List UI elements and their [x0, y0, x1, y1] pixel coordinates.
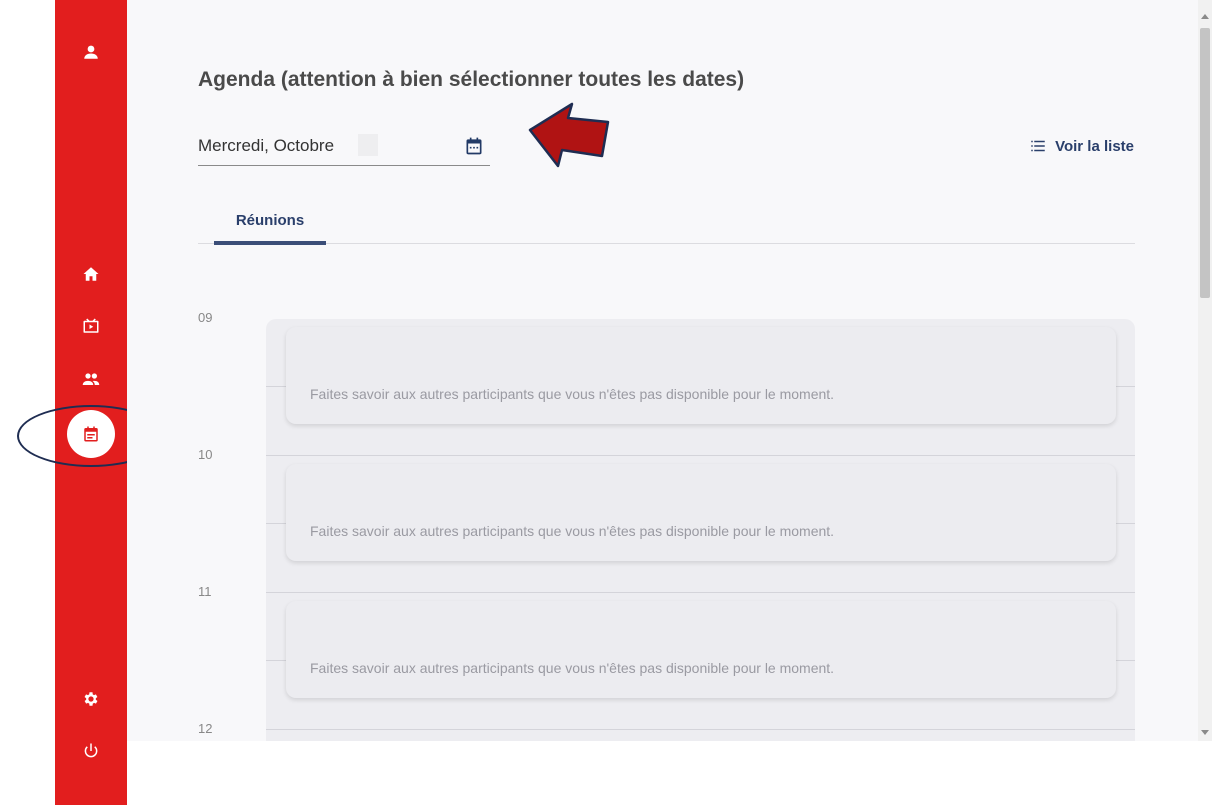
slot-text: Faites savoir aux autres participants qu…	[310, 660, 835, 676]
hour-label: 09	[198, 310, 213, 325]
scroll-up-arrow-icon[interactable]	[1201, 14, 1209, 19]
agenda-icon	[84, 426, 98, 442]
availability-slot[interactable]: Faites savoir aux autres participants qu…	[286, 327, 1116, 424]
tab-bar: Réunions	[198, 196, 1135, 245]
annotation-arrow	[528, 102, 610, 168]
view-list-button[interactable]: Voir la liste	[1029, 137, 1134, 155]
availability-slot[interactable]: Faites savoir aux autres participants qu…	[286, 464, 1116, 561]
scroll-thumb[interactable]	[1200, 28, 1210, 298]
tab-active-indicator	[214, 241, 326, 245]
calendar-icon	[466, 137, 482, 155]
hour-line	[266, 455, 1135, 456]
home-icon	[83, 267, 99, 281]
hour-label: 11	[198, 584, 212, 599]
sidebar-item-live[interactable]	[55, 311, 127, 341]
sidebar-item-agenda[interactable]	[67, 410, 115, 458]
page-title: Agenda (attention à bien sélectionner to…	[198, 68, 745, 91]
slot-text: Faites savoir aux autres participants qu…	[310, 386, 835, 402]
calendar-button[interactable]	[462, 134, 486, 158]
power-icon	[84, 743, 98, 758]
hour-label: 12	[198, 721, 213, 736]
hour-label: 10	[198, 447, 213, 462]
sidebar-item-home[interactable]	[55, 259, 127, 289]
main-content: Agenda (attention à bien sélectionner to…	[127, 0, 1198, 741]
group-icon	[82, 373, 100, 385]
sidebar-item-participants[interactable]	[55, 364, 127, 394]
sidebar-item-profile[interactable]	[55, 37, 127, 67]
date-picker-field[interactable]: Mercredi, Octobre	[198, 128, 490, 166]
hour-line	[266, 729, 1135, 730]
view-list-label: Voir la liste	[1055, 137, 1134, 155]
sidebar-item-logout[interactable]	[55, 736, 127, 766]
sidebar-item-settings[interactable]	[55, 684, 127, 714]
slot-text: Faites savoir aux autres participants qu…	[310, 523, 835, 539]
schedule-grid: 09 10 11 12 Faites savoir aux autres par…	[198, 300, 1135, 741]
tab-label: Réunions	[235, 211, 305, 229]
date-value: Mercredi, Octobre	[198, 136, 335, 155]
tab-reunions[interactable]: Réunions	[214, 196, 326, 244]
gear-icon	[84, 692, 98, 706]
tv-icon	[83, 318, 99, 333]
hour-line	[266, 592, 1135, 593]
vertical-scrollbar[interactable]	[1198, 0, 1212, 741]
sidebar	[55, 0, 127, 805]
user-icon	[84, 45, 98, 59]
availability-slot[interactable]: Faites savoir aux autres participants qu…	[286, 601, 1116, 698]
scroll-down-arrow-icon[interactable]	[1201, 730, 1209, 735]
date-redaction	[358, 134, 378, 156]
list-icon	[1031, 140, 1045, 152]
